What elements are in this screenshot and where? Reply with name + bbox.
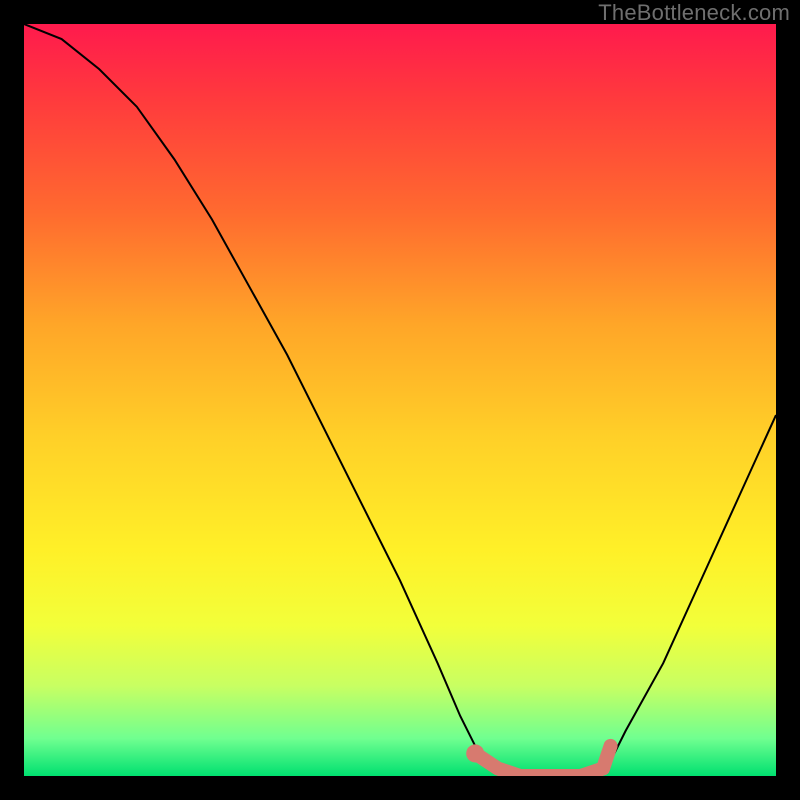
chart-svg <box>24 24 776 776</box>
attribution-watermark: TheBottleneck.com <box>598 0 790 26</box>
chart-stage: TheBottleneck.com <box>0 0 800 800</box>
bottleneck-curve <box>24 24 776 776</box>
chart-plot-area <box>24 24 776 776</box>
valley-highlight <box>475 746 610 776</box>
valley-highlight-dot <box>466 744 484 762</box>
